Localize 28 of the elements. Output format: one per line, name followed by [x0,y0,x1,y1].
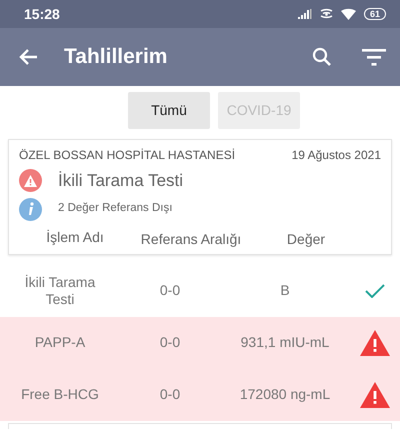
value-cell-text: B [279,281,291,300]
hotspot-icon [320,8,333,20]
info-icon [19,198,42,220]
range-cell-text: 0-0 [158,385,182,404]
column-header: İşlem Adı [45,228,105,247]
signal-icon [298,9,312,19]
wifi-icon [340,8,356,20]
report-date: 19 Ağustos 2021 [292,147,381,164]
column-header: Değer [286,230,326,249]
range-cell-text: 0-0 [158,333,182,352]
warning-icon [19,169,42,192]
range-cell-text: 0-0 [158,281,182,300]
hospital-name: ÖZEL BOSSAN HOSPİTAL HASTANESİ [19,147,236,164]
filter-tab[interactable]: Tümü [128,92,210,129]
screen-title: Tahlillerim [64,44,168,70]
out-of-range-note: 2 Değer Referans Dışı [58,201,172,216]
value-cell-text: 931,1 mIU-mL [240,333,330,352]
column-header: Referans Aralığı [140,230,242,249]
test-cell-text: Free B-HCG [20,386,100,403]
test-cell-text: PAPP-A [34,334,86,351]
status-time: 15:28 [24,4,60,24]
test-name: İkili Tarama Testi [58,170,184,192]
value-cell-text: 172080 ng-mL [238,385,332,404]
test-cell-text: İkili Tarama Testi [24,274,96,308]
filter-icon[interactable] [362,48,386,66]
search-icon[interactable] [312,47,332,67]
back-arrow-icon[interactable] [18,48,38,66]
battery-icon: 61 [364,8,386,20]
